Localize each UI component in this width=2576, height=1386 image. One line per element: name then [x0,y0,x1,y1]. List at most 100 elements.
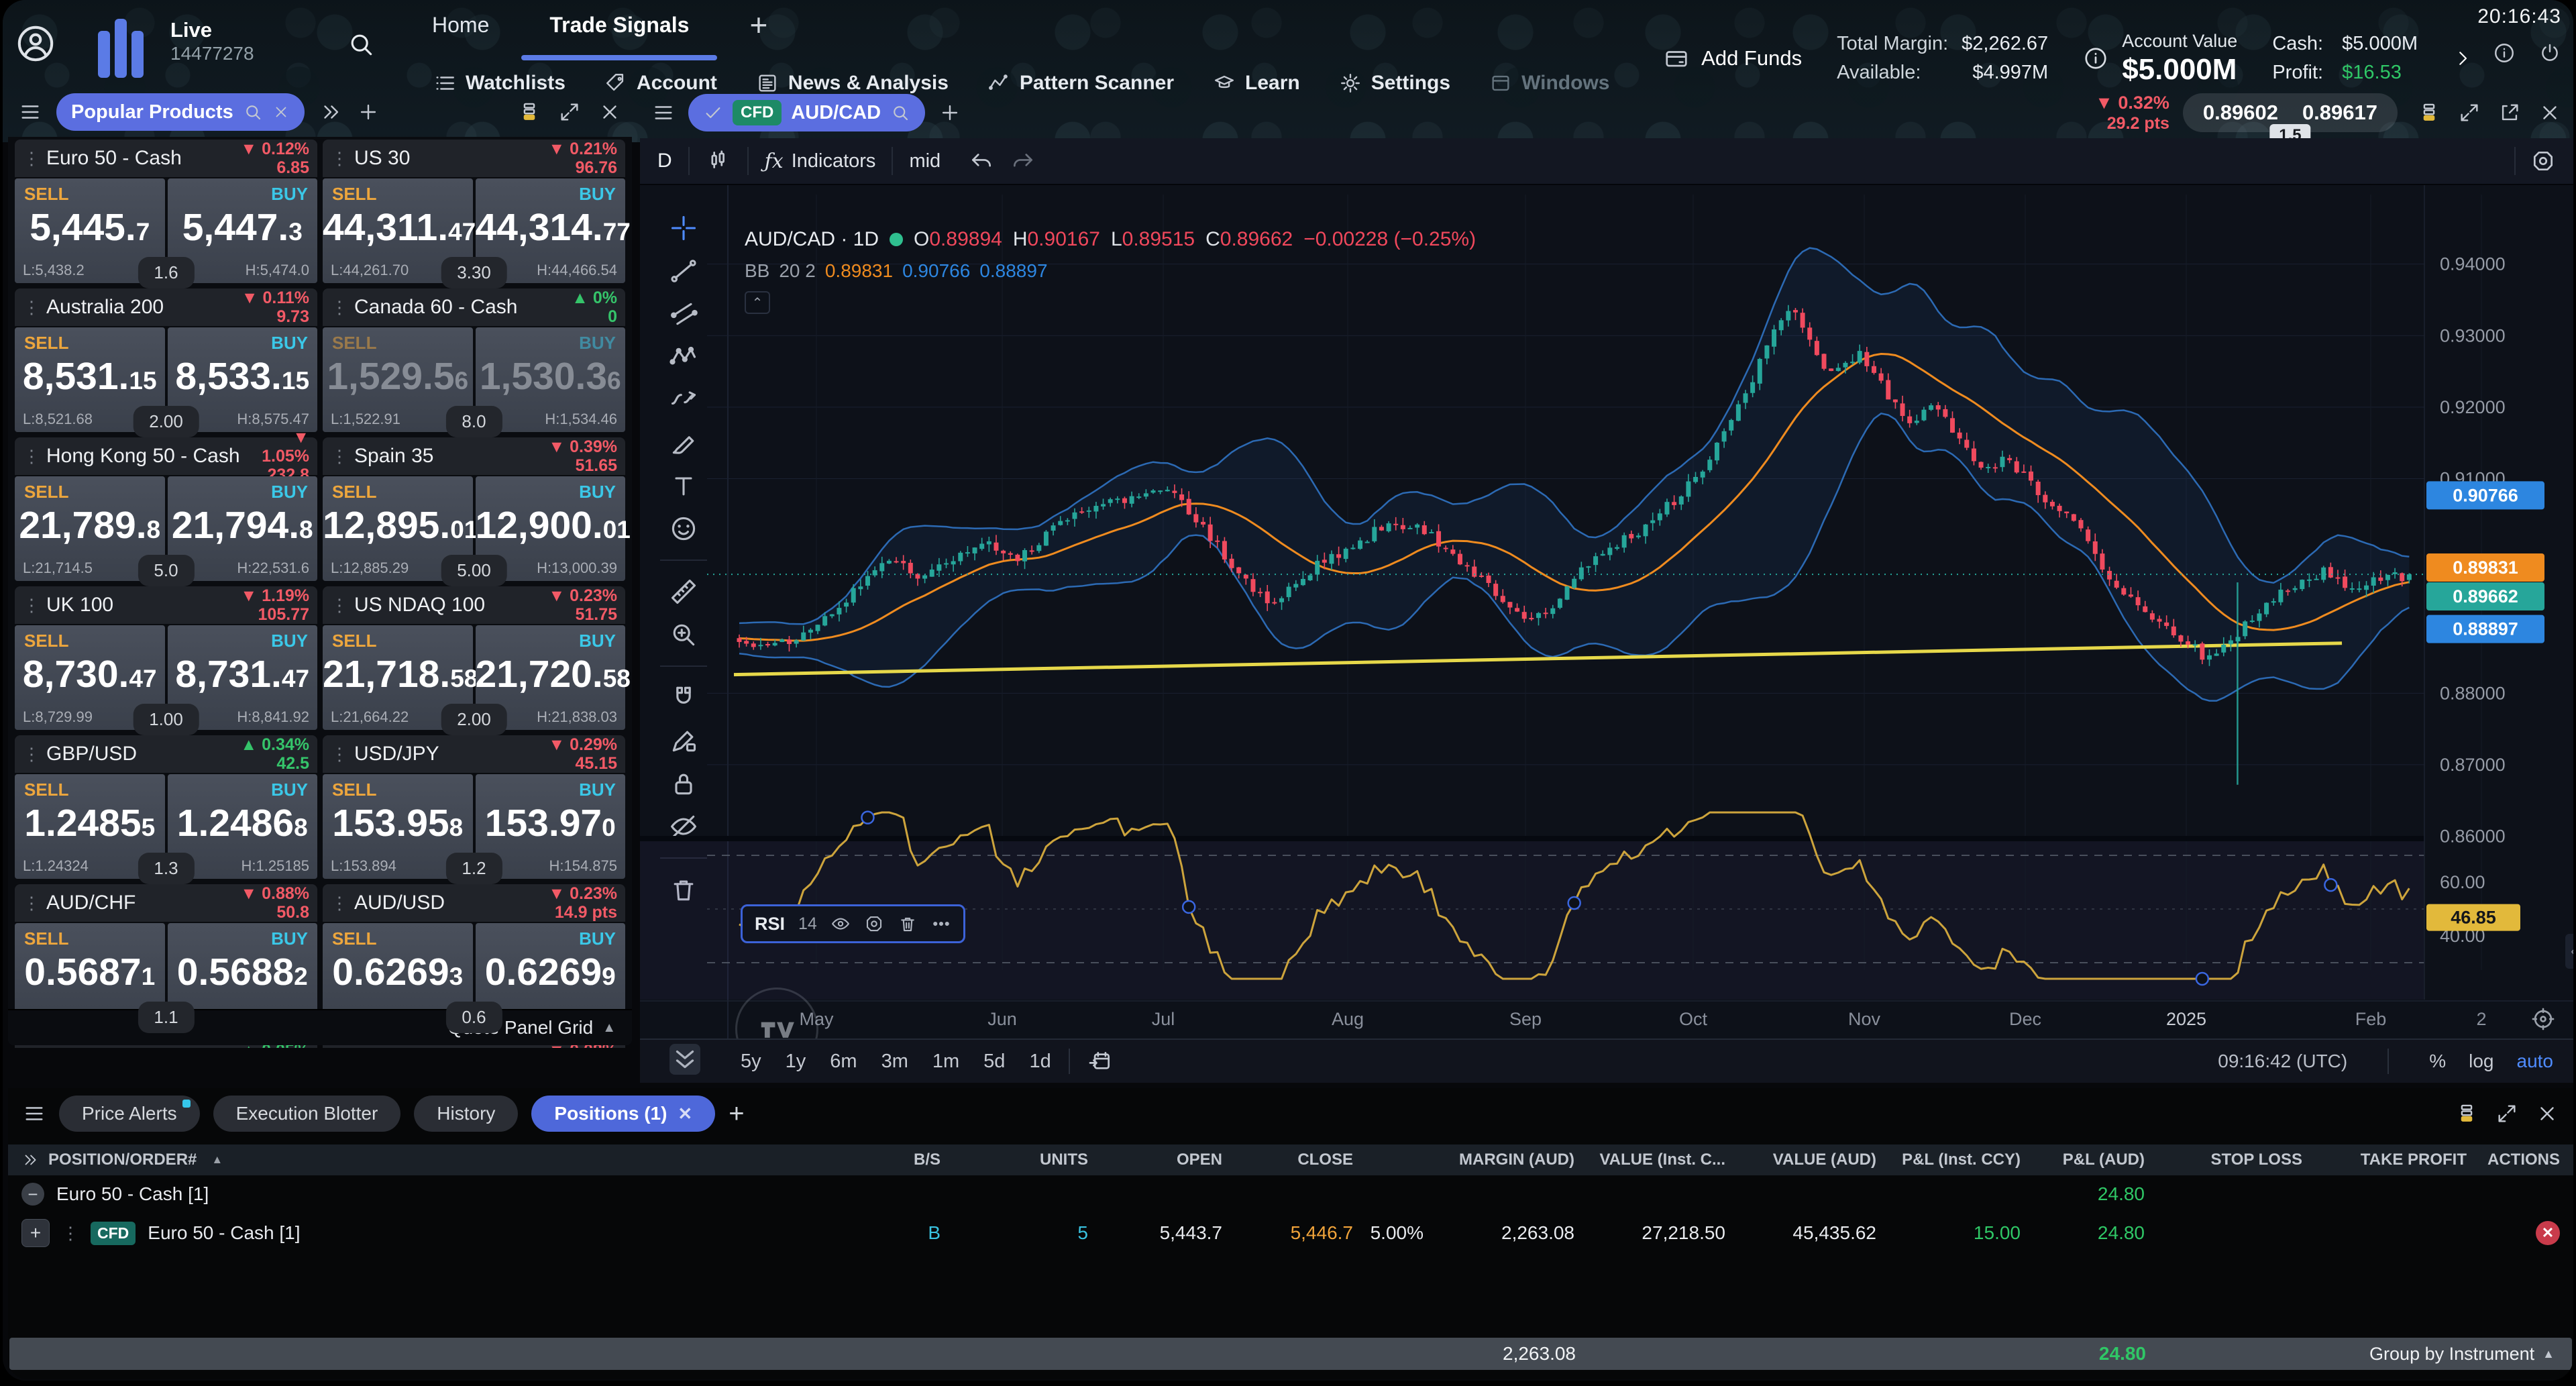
range-5d[interactable]: 5d [983,1051,1005,1073]
chevron-right-icon[interactable] [2453,44,2473,73]
auto-scale-button[interactable]: auto [2517,1051,2554,1072]
log-scale-button[interactable]: log [2469,1051,2493,1072]
chart-layout-icon[interactable] [2418,101,2440,124]
drag-handle-icon[interactable]: ⋮ [23,595,40,616]
add-bottom-tab-button[interactable]: + [729,1099,744,1129]
rsi-settings-icon[interactable] [864,914,884,934]
clear-icon[interactable] [272,103,290,121]
quote-tile-header[interactable]: ⋮Australia 200▼ 0.11%9.73 [15,288,317,326]
go-to-date-icon[interactable] [1087,1049,1113,1074]
range-1m[interactable]: 1m [932,1051,959,1073]
drag-handle-icon[interactable]: ⋮ [331,893,347,914]
percent-scale-button[interactable]: % [2429,1051,2446,1072]
add-watchlist-icon[interactable] [357,101,380,123]
panel-expand-icon[interactable] [558,101,581,123]
range-1d[interactable]: 1d [1029,1051,1051,1073]
account-switcher[interactable]: Live 14477278 [170,17,254,65]
drag-handle-icon[interactable]: ⋮ [23,446,40,467]
zoom-search-icon[interactable] [243,102,263,122]
tab-execution-blotter[interactable]: Execution Blotter [213,1096,401,1132]
drag-handle-icon[interactable]: ⋮ [23,744,40,765]
expand-tabs-icon[interactable] [319,101,342,123]
position-row[interactable]: +⋮CFDEuro 50 - Cash [1]B55,443.75,446.75… [8,1213,2573,1253]
chart-popout-icon[interactable] [2498,101,2521,124]
undo-icon[interactable] [969,148,994,174]
drag-handle-icon[interactable]: ⋮ [331,297,347,318]
drag-handle-icon[interactable]: ⋮ [23,893,40,914]
range-3m[interactable]: 3m [881,1051,908,1073]
quote-tile-header[interactable]: ⋮AUD/CHF▼ 0.88%50.8 [15,884,317,922]
bottom-layout-icon[interactable] [2455,1102,2478,1125]
quote-panel-grid-toggle[interactable]: Quote Panel Grid ▲ [8,1009,632,1045]
chart-sell-price[interactable]: 0.89602 [2203,101,2278,125]
panel-layout-icon[interactable] [518,101,541,123]
price-mode-button[interactable]: mid [909,150,941,172]
chart-settings-icon[interactable] [2530,148,2556,174]
quote-tile-header[interactable]: ⋮Canada 60 - Cash▲ 0%0 [323,288,625,326]
tab-price-alerts[interactable]: Price Alerts [59,1096,200,1132]
tab-close-icon[interactable]: ✕ [678,1104,692,1124]
position-group-row[interactable]: −Euro 50 - Cash [1]24.80 [8,1175,2573,1213]
drag-handle-icon[interactable]: ⋮ [23,148,40,169]
add-chart-tab-icon[interactable] [938,101,961,124]
redo-icon[interactable] [1010,148,1036,174]
group-by-instrument-button[interactable]: Group by Instrument ▲ [2369,1338,2555,1370]
bottom-close-icon[interactable] [2536,1102,2559,1125]
add-tab-button[interactable]: + [749,7,767,43]
rsi-more-icon[interactable] [931,914,951,934]
row-menu-icon[interactable]: ⋮ [62,1223,78,1244]
drag-handle-icon[interactable]: ⋮ [331,595,347,616]
indicators-button[interactable]: ƒx Indicators [765,150,876,173]
add-funds-button[interactable]: Add Funds [1664,46,1802,72]
range-5y[interactable]: 5y [741,1051,761,1073]
drag-handle-icon[interactable]: ⋮ [23,297,40,318]
quote-tile-header[interactable]: ⋮Spain 35▼ 0.39%51.65 [323,437,625,475]
quote-tile-header[interactable]: ⋮GBP/USD▲ 0.34%42.5 [15,735,317,773]
rsi-indicator-toolbar[interactable]: RSI 14 [741,904,965,943]
chart-expand-icon[interactable] [2458,101,2481,124]
symbol-search-icon[interactable] [890,103,910,123]
bb-legend[interactable]: BB 20 2 0.89831 0.90766 0.88897 [745,260,1048,282]
axis-settings-icon[interactable] [2530,1006,2556,1032]
range-6m[interactable]: 6m [830,1051,857,1073]
add-order-button[interactable]: + [21,1219,50,1247]
info-circle-icon[interactable] [2083,46,2108,71]
close-position-button[interactable]: ✕ [2536,1221,2560,1245]
bottom-menu-icon[interactable] [23,1102,46,1125]
quote-tile-header[interactable]: ⋮AUD/USD▼ 0.23%14.9 pts [323,884,625,922]
quote-tile-header[interactable]: ⋮Euro 50 - Cash▼ 0.12%6.85 [15,140,317,177]
quote-tile-header[interactable]: ⋮US NDAQ 100▼ 0.23%51.75 [323,586,625,624]
expand-rows-icon[interactable] [21,1151,39,1169]
drag-handle-icon[interactable]: ⋮ [331,446,347,467]
candle-style-icon[interactable] [706,148,731,174]
quote-tile-header[interactable]: ⋮UK 100▼ 1.19%105.77 [15,586,317,624]
column-header-POSITION/ORDER#[interactable]: POSITION/ORDER#▲ [21,1151,860,1169]
quote-tile-header[interactable]: ⋮US 30▼ 0.21%96.76 [323,140,625,177]
chart-menu-icon[interactable] [652,101,675,124]
chart-close-icon[interactable] [2538,101,2561,124]
drag-handle-icon[interactable]: ⋮ [331,744,347,765]
tab-trade-signals[interactable]: Trade Signals [549,13,689,43]
timeframe-button[interactable]: D [657,150,672,172]
legend-collapse-button[interactable]: ⌃ [745,291,770,314]
collapse-drawing-toolbar-icon[interactable] [669,1044,700,1075]
rsi-visibility-icon[interactable] [830,914,851,934]
chart-quote-pill[interactable]: 0.89602 0.89617 1.5 [2183,93,2398,132]
range-1y[interactable]: 1y [786,1051,806,1073]
quote-tile-header[interactable]: ⋮Hong Kong 50 - Cash▼ 1.05%232.8 [15,437,317,475]
power-icon[interactable] [2538,42,2561,64]
panel-close-icon[interactable] [598,101,621,123]
quote-tile-header[interactable]: ⋮USD/JPY▼ 0.29%45.15 [323,735,625,773]
tab-history[interactable]: History [414,1096,518,1132]
watchlist-menu-icon[interactable] [19,101,42,123]
user-avatar-icon[interactable] [16,24,55,63]
tab-positions-1-[interactable]: Positions (1)✕ [531,1096,715,1132]
help-info-icon[interactable] [2493,42,2516,64]
symbol-pill[interactable]: CFD AUD/CAD [688,94,925,131]
drag-handle-icon[interactable]: ⋮ [331,148,347,169]
chart-legend[interactable]: AUD/CAD · 1D O0.89894 H0.90167 L0.89515 … [745,228,1476,251]
rsi-delete-icon[interactable] [898,914,918,934]
tab-home[interactable]: Home [432,13,489,43]
watchlist-title-pill[interactable]: Popular Products [56,93,305,131]
price-chart[interactable]: 0.940000.930000.920000.910000.880000.870… [640,185,2573,1083]
